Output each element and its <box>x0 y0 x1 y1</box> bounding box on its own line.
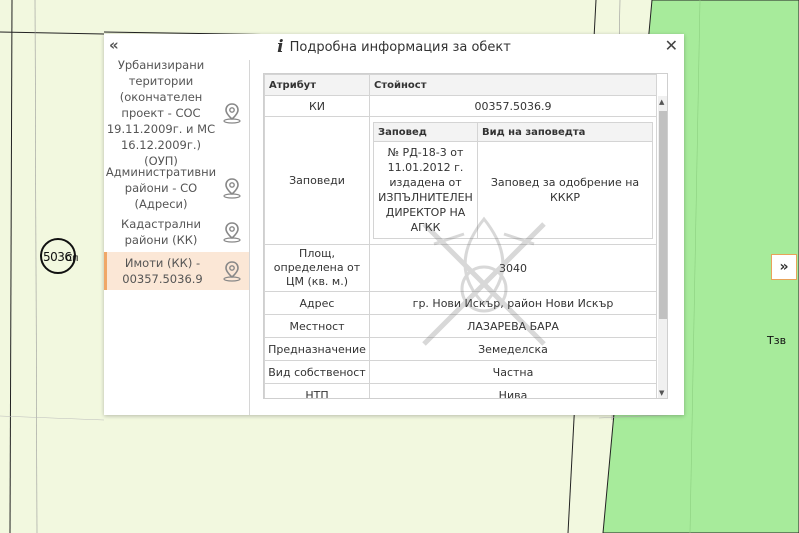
table-row: № РД-18-3 от 11.01.2012 г. издадена от И… <box>373 141 653 239</box>
table-scrollbar[interactable]: ▲ ▼ <box>658 96 667 398</box>
table-row: Предназначение Земеделска <box>264 337 657 361</box>
layer-item-admin-districts[interactable]: Административни райони - СО (Адреси) <box>104 164 249 212</box>
attribute-table-panel: Атрибут Стойност КИ 00357.5036.9 Заповед… <box>263 73 668 399</box>
double-chevron-right-icon: » <box>779 259 789 275</box>
attribute-value: ЛАЗАРЕВА БАРА <box>369 314 657 338</box>
expand-panel-button[interactable]: » <box>771 254 797 280</box>
layer-item-label: Урбанизирани територии (окончателен прое… <box>106 58 216 168</box>
table-row: НТП Нива <box>264 383 657 398</box>
table-row: Вид собственост Частна <box>264 360 657 384</box>
column-header-attribute: Атрибут <box>264 74 370 96</box>
table-row: Площ, определена от ЦМ (кв. м.) 3040 <box>264 244 657 292</box>
attribute-value: 3040 <box>369 244 657 292</box>
order-cell: № РД-18-3 от 11.01.2012 г. издадена от И… <box>373 141 478 239</box>
attribute-value: Заповед Вид на заповедта № РД-18-3 от 11… <box>369 116 657 245</box>
attribute-name: Местност <box>264 314 370 338</box>
layer-item-label: Кадастрални райони (КК) <box>121 217 201 247</box>
attribute-name: Площ, определена от ЦМ (кв. м.) <box>264 244 370 292</box>
attribute-name: НТП <box>264 383 370 398</box>
attribute-table: Атрибут Стойност КИ 00357.5036.9 Заповед… <box>264 74 657 398</box>
layer-list: Урбанизирани територии (окончателен прое… <box>104 58 250 415</box>
layer-item-urban-territories[interactable]: Урбанизирани територии (окончателен прое… <box>104 58 249 168</box>
table-row: Заповеди Заповед Вид на заповедта № РД-1… <box>264 116 657 245</box>
layer-item-label: Имоти (КК) - 00357.5036.9 <box>122 256 203 286</box>
table-row: Местност ЛАЗАРЕВА БАРА <box>264 314 657 338</box>
table-header-row: Атрибут Стойност <box>264 74 657 96</box>
collapse-button[interactable]: « <box>109 36 119 54</box>
dialog-title: Подробна информация за обект <box>289 39 511 55</box>
scrollbar-thumb[interactable] <box>659 111 667 319</box>
layer-item-label: Административни райони - СО (Адреси) <box>105 165 217 211</box>
attribute-value: гр. Нови Искър, район Нови Искър <box>369 291 657 315</box>
close-button[interactable]: ✕ <box>665 36 678 55</box>
attribute-name: Адрес <box>264 291 370 315</box>
scroll-down-icon[interactable]: ▼ <box>659 389 664 397</box>
column-header-value: Стойност <box>369 74 657 96</box>
zone-label: Тзв <box>767 334 787 347</box>
info-icon: i <box>277 37 284 57</box>
column-header-order: Заповед <box>373 122 478 142</box>
attribute-value: Частна <box>369 360 657 384</box>
object-info-dialog: « i Подробна информация за обект ✕ Урбан… <box>104 34 684 415</box>
parcel-number-label: 5036Сп <box>43 250 79 264</box>
scroll-up-icon[interactable]: ▲ <box>659 98 664 106</box>
map-pin-icon[interactable] <box>218 221 246 243</box>
layer-item-cadastral-districts[interactable]: Кадастрални райони (КК) <box>104 214 249 250</box>
orders-table: Заповед Вид на заповедта № РД-18-3 от 11… <box>373 122 653 239</box>
map-pin-icon[interactable] <box>218 102 246 124</box>
attribute-name: Вид собственост <box>264 360 370 384</box>
attribute-value: 00357.5036.9 <box>369 95 657 117</box>
attribute-name: КИ <box>264 95 370 117</box>
double-chevron-left-icon: « <box>109 36 119 54</box>
map-pin-icon[interactable] <box>218 260 246 282</box>
layer-item-properties[interactable]: Имоти (КК) - 00357.5036.9 <box>104 252 249 290</box>
attribute-value: Нива <box>369 383 657 398</box>
table-row: КИ 00357.5036.9 <box>264 95 657 117</box>
column-header-order-type: Вид на заповедта <box>477 122 653 142</box>
attribute-name: Предназначение <box>264 337 370 361</box>
map-pin-icon[interactable] <box>218 177 246 199</box>
table-row: Адрес гр. Нови Искър, район Нови Искър <box>264 291 657 315</box>
order-type-cell: Заповед за одобрение на КККР <box>477 141 653 239</box>
attribute-value: Земеделска <box>369 337 657 361</box>
attribute-name: Заповеди <box>264 116 370 245</box>
close-icon: ✕ <box>664 36 678 55</box>
